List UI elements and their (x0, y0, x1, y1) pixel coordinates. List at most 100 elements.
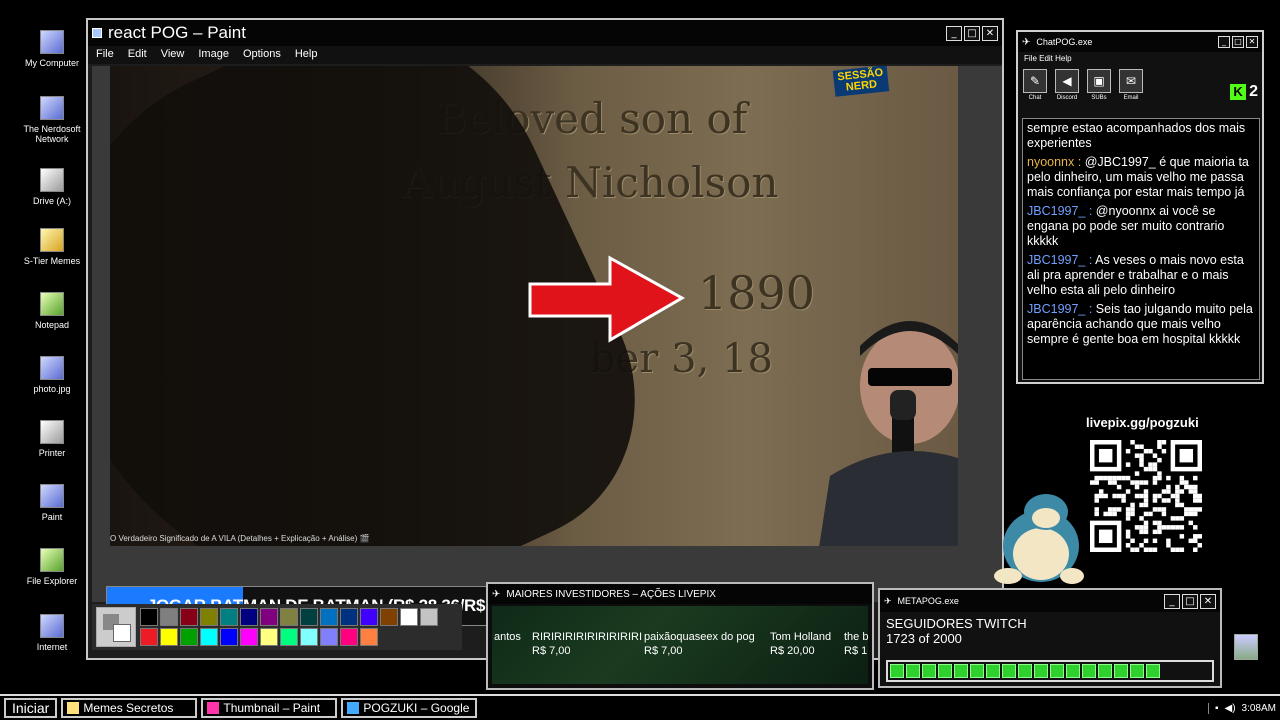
color-swatch[interactable] (300, 608, 318, 626)
desktop-icon[interactable]: The Nerdosoft Network (20, 96, 84, 144)
file-explorer-icon (40, 548, 64, 572)
paint-canvas[interactable]: Beloved son of August Nicholson 1890 ber… (92, 66, 1002, 626)
maximize-button[interactable]: □ (964, 25, 980, 41)
color-swatch[interactable] (300, 628, 318, 646)
color-swatch[interactable] (240, 628, 258, 646)
network-icon (40, 96, 64, 120)
chat-message: JBC1997_ : Seis tao julgando muito pela … (1027, 302, 1255, 347)
minimize-button[interactable]: _ (1164, 593, 1180, 609)
color-swatch[interactable] (320, 608, 338, 626)
current-colors[interactable] (96, 607, 136, 647)
progress-cell (1018, 664, 1032, 678)
network-icon[interactable]: ▪ (1215, 703, 1219, 714)
desktop-icon[interactable]: Printer (20, 420, 84, 458)
desktop-icon[interactable]: File Explorer (20, 548, 84, 586)
email-tool-button[interactable]: ✉ Email (1118, 69, 1144, 101)
color-swatch[interactable] (220, 608, 238, 626)
task-memes-secretos[interactable]: Memes Secretos (61, 698, 198, 718)
color-swatch[interactable] (340, 608, 358, 626)
meta-window: ✈ METAPOG.exe _ □ ✕ SEGUIDORES TWITCH 17… (878, 588, 1222, 688)
progress-cell (954, 664, 968, 678)
color-swatch[interactable] (180, 608, 198, 626)
discord-tool-button[interactable]: ◀ Discord (1054, 69, 1080, 101)
menu-file[interactable]: File (96, 48, 114, 62)
chat-toolbar: ✎ Chat ◀ Discord ▣ SUBs ✉ Email K2 (1018, 65, 1262, 105)
menu-help[interactable]: Help (295, 48, 318, 62)
paint-menubar: File Edit View Image Options Help (88, 46, 1002, 64)
chat-username[interactable]: JBC1997_ : (1027, 253, 1092, 267)
chat-titlebar[interactable]: ✈ ChatPOG.exe _ □ ✕ (1018, 32, 1262, 52)
desktop-icon-label: File Explorer (26, 576, 78, 586)
desktop-icon-label: Paint (41, 512, 63, 522)
color-swatch[interactable] (360, 628, 378, 646)
task-pogzuki-google[interactable]: POGZUKI – Google (341, 698, 478, 718)
color-swatch[interactable] (180, 628, 198, 646)
chat-menu[interactable]: File Edit Help (1018, 52, 1262, 65)
color-swatch[interactable] (260, 628, 278, 646)
menu-edit[interactable]: Edit (128, 48, 147, 62)
engraving-year: 1890 (698, 266, 816, 320)
menu-view[interactable]: View (161, 48, 185, 62)
maximize-button[interactable]: □ (1232, 36, 1244, 48)
meta-count: 1723 of 2000 (886, 631, 962, 646)
desktop-icon[interactable]: Paint (20, 484, 84, 522)
desktop-icon[interactable]: photo.jpg (20, 356, 84, 394)
start-button[interactable]: Iniciar (4, 698, 58, 718)
investors-ticker: antos RIRIRIRIRIRIRIRIRIRI R$ 7,00 paixãoqu… (492, 606, 868, 684)
close-button[interactable]: ✕ (1246, 36, 1258, 48)
chat-logo-icon: ✈ (1022, 36, 1031, 48)
minimize-button[interactable]: _ (946, 25, 962, 41)
close-button[interactable]: ✕ (982, 25, 998, 41)
color-swatch[interactable] (400, 608, 418, 626)
investors-titlebar[interactable]: ✈ MAIORES INVESTIDORES – AÇÕES LIVEPIX (488, 584, 872, 604)
color-swatch[interactable] (140, 608, 158, 626)
email-icon: ✉ (1119, 69, 1143, 93)
color-swatch[interactable] (260, 608, 278, 626)
subs-tool-button[interactable]: ▣ SUBs (1086, 69, 1112, 101)
color-swatch[interactable] (140, 628, 158, 646)
kick-icon: K (1230, 84, 1247, 100)
chat-username[interactable]: JBC1997_ : (1027, 204, 1092, 218)
task-thumbnail-paint[interactable]: Thumbnail – Paint (201, 698, 338, 718)
minimize-button[interactable]: _ (1218, 36, 1230, 48)
desktop-icon[interactable]: My Computer (20, 30, 84, 68)
progress-cell (1114, 664, 1128, 678)
folder-icon (67, 702, 80, 714)
system-tray: ▪ ◀) 3:08AM (1207, 702, 1276, 714)
menu-image[interactable]: Image (198, 48, 229, 62)
investor-name: Tom Holland (770, 631, 832, 643)
paint-titlebar[interactable]: react POG – Paint _ □ ✕ (88, 20, 1002, 46)
close-button[interactable]: ✕ (1200, 593, 1216, 609)
progress-cell (1130, 664, 1144, 678)
chat-tool-button[interactable]: ✎ Chat (1022, 69, 1048, 101)
browser-icon (347, 702, 360, 714)
color-swatch[interactable] (380, 608, 398, 626)
color-swatch[interactable] (200, 628, 218, 646)
desktop-icon[interactable]: Internet (20, 614, 84, 652)
color-swatch[interactable] (340, 628, 358, 646)
color-swatch[interactable] (320, 628, 338, 646)
color-swatch[interactable] (360, 608, 378, 626)
color-swatch[interactable] (240, 608, 258, 626)
color-swatch[interactable] (420, 608, 438, 626)
chat-username[interactable]: JBC1997_ : (1027, 302, 1092, 316)
chat-username[interactable]: nyoonnx : (1027, 155, 1081, 169)
color-swatch[interactable] (160, 628, 178, 646)
desktop-icon[interactable]: S-Tier Memes (20, 228, 84, 266)
color-swatch[interactable] (160, 608, 178, 626)
investor-name: the b (844, 631, 868, 643)
chat-message: JBC1997_ : @nyoonnx ai você se engana po… (1027, 204, 1255, 249)
chat-title: ChatPOG.exe (1036, 37, 1093, 47)
color-swatch[interactable] (220, 628, 238, 646)
recycle-bin-icon[interactable] (1234, 634, 1258, 660)
desktop-icon[interactable]: Notepad (20, 292, 84, 330)
volume-icon[interactable]: ◀) (1225, 703, 1236, 714)
menu-options[interactable]: Options (243, 48, 281, 62)
maximize-button[interactable]: □ (1182, 593, 1198, 609)
color-swatch[interactable] (280, 608, 298, 626)
chat-message: nyoonnx : @JBC1997_ é que maioria ta pel… (1027, 155, 1255, 200)
meta-titlebar[interactable]: ✈ METAPOG.exe _ □ ✕ (880, 590, 1220, 612)
color-swatch[interactable] (280, 628, 298, 646)
color-swatch[interactable] (200, 608, 218, 626)
desktop-icon[interactable]: Drive (A:) (20, 168, 84, 206)
